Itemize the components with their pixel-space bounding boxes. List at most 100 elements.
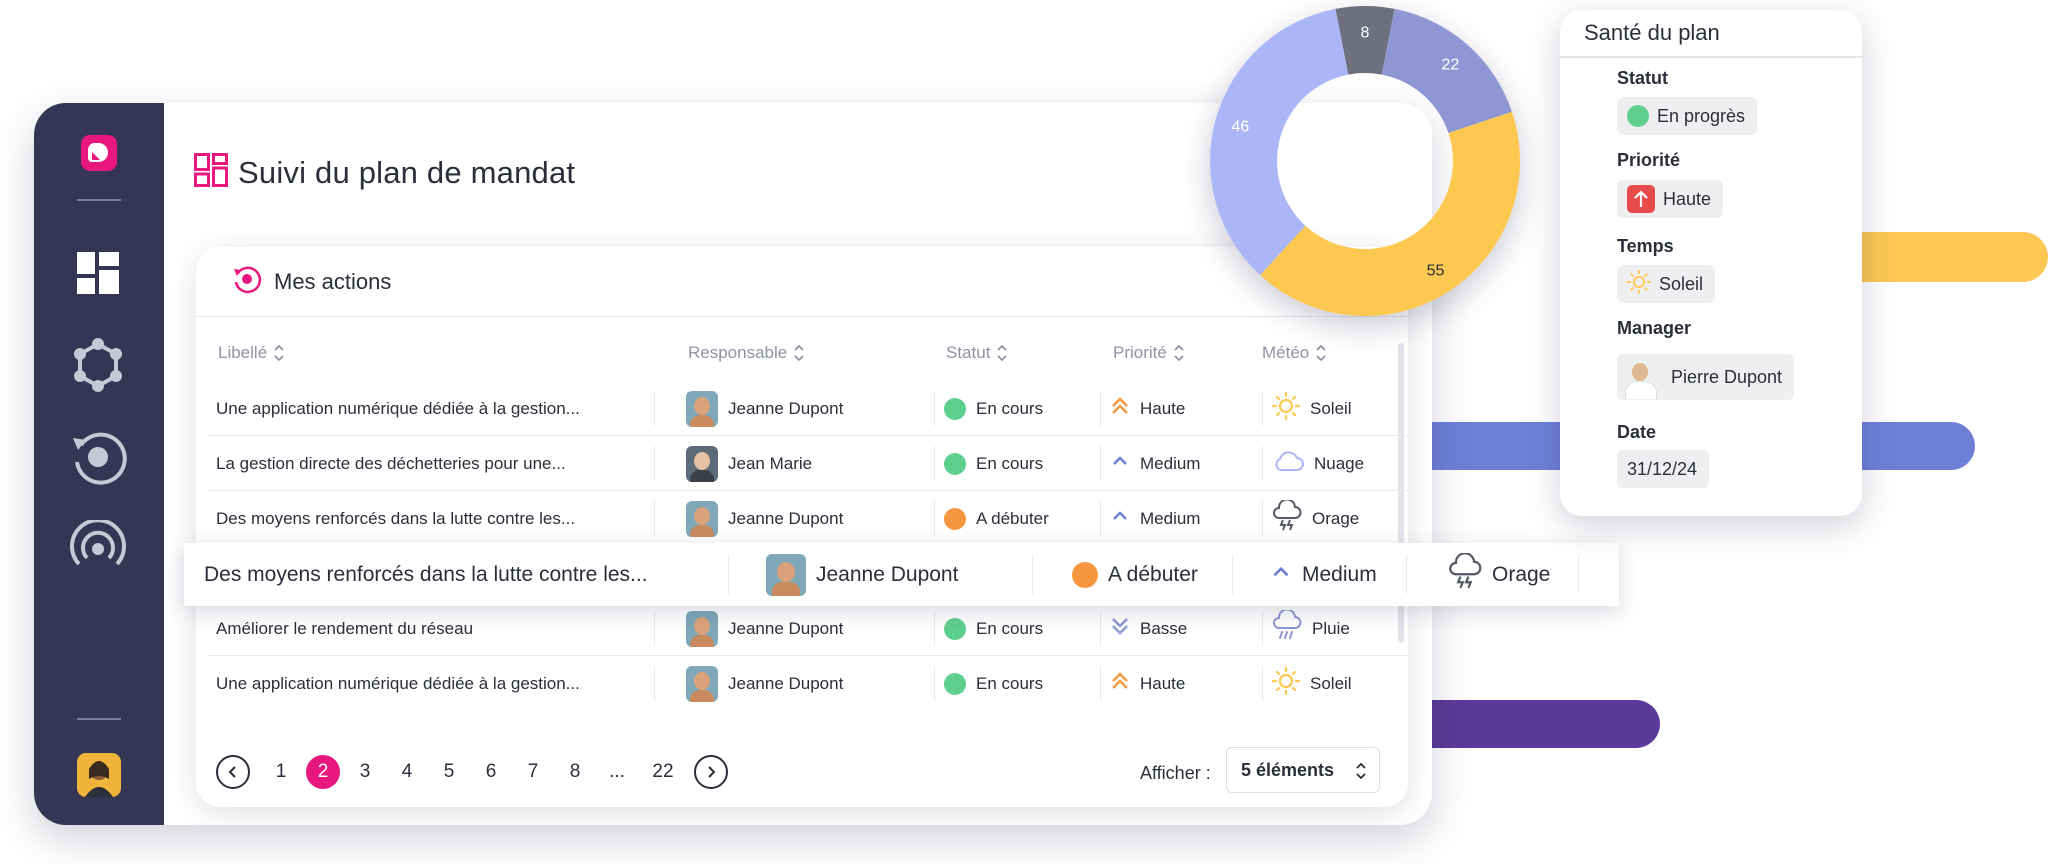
owner-avatar	[766, 553, 806, 596]
row-weather: Soleil	[1271, 656, 1352, 711]
table-row[interactable]: Des moyens renforcés dans la lutte contr…	[208, 491, 1408, 546]
dashboard-icon	[194, 153, 228, 192]
page-title: Suivi du plan de mandat	[238, 154, 576, 190]
target-icon	[232, 264, 262, 299]
column-header-priority[interactable]: Priorité	[1113, 343, 1185, 363]
row-owner: Jeanne Dupont	[686, 491, 843, 546]
page-number[interactable]: 8	[554, 761, 596, 783]
row-status: En cours	[944, 656, 1043, 711]
column-header-status[interactable]: Statut	[946, 343, 1008, 363]
status-dot	[944, 507, 966, 530]
page-number[interactable]: 1	[260, 761, 302, 783]
dashboard-icon[interactable]	[68, 243, 128, 303]
row-weather: Nuage	[1272, 436, 1364, 491]
page-number[interactable]: 22	[638, 761, 688, 783]
owner-avatar	[686, 500, 718, 537]
column-header-weather[interactable]: Météo	[1262, 343, 1327, 363]
donut-slice[interactable]	[1210, 8, 1349, 276]
table-row[interactable]: Une application numérique dédiée à la ge…	[208, 381, 1408, 436]
next-page-button[interactable]	[694, 755, 728, 789]
row-weather: Pluie	[1272, 601, 1350, 656]
target-refresh-icon[interactable]	[68, 427, 128, 487]
sidebar-divider	[77, 199, 121, 201]
sidebar-divider	[77, 718, 121, 720]
previous-page-button[interactable]	[216, 755, 250, 789]
date-field[interactable]: 31/12/24	[1617, 450, 1710, 488]
sort-icon[interactable]	[273, 343, 285, 363]
manager-badge[interactable]: Pierre Dupont	[1617, 354, 1795, 400]
date-label: Date	[1617, 422, 1657, 442]
broadcast-icon[interactable]	[68, 519, 128, 579]
network-icon[interactable]	[68, 335, 128, 395]
sun-icon	[1626, 269, 1652, 299]
user-avatar[interactable]	[77, 753, 121, 797]
page-number-current[interactable]: 2	[306, 755, 340, 789]
time-badge[interactable]: Soleil	[1617, 265, 1716, 303]
sun-icon	[1271, 666, 1301, 700]
donut-value-label: 22	[1441, 57, 1459, 74]
sort-icon[interactable]	[1315, 343, 1327, 363]
row-status: A débuter	[1072, 543, 1198, 606]
status-badge[interactable]: En progrès	[1617, 97, 1758, 135]
row-priority: Medium	[1110, 491, 1200, 546]
storm-icon	[1448, 551, 1482, 597]
row-label: Des moyens renforcés dans la lutte contr…	[204, 562, 648, 586]
status-dot	[1627, 105, 1649, 127]
donut-value-label: 8	[1361, 25, 1370, 42]
donut-slice[interactable]	[1260, 111, 1520, 316]
sort-icon[interactable]	[996, 343, 1008, 363]
row-status: En cours	[944, 601, 1043, 656]
sort-icon[interactable]	[793, 343, 805, 363]
pagination: 1 2 3 4 5 6 7 8 ... 22	[216, 755, 728, 789]
table-row[interactable]: Une application numérique dédiée à la ge…	[208, 656, 1408, 711]
page-ellipsis: ...	[609, 761, 625, 782]
donut-value-label: 55	[1427, 263, 1445, 280]
sidebar	[34, 103, 164, 825]
plan-health-panel: Santé du plan Statut En progrès Priorité…	[1560, 10, 1862, 516]
owner-avatar	[686, 665, 718, 702]
page-size-select[interactable]: 5 éléments	[1226, 747, 1380, 793]
page-number[interactable]: 7	[512, 761, 554, 783]
actions-card: Mes actions Libellé Responsable Statut P…	[196, 247, 1408, 807]
row-owner: Jeanne Dupont	[686, 381, 843, 436]
row-priority: Medium	[1270, 543, 1377, 606]
page-size-label: Afficher :	[1140, 763, 1211, 783]
table-row[interactable]: Améliorer le rendement du réseau Jeanne …	[208, 601, 1408, 656]
priority-high-icon	[1110, 396, 1130, 421]
row-label: La gestion directe des déchetteries pour…	[216, 453, 566, 473]
page-number[interactable]: 6	[470, 761, 512, 783]
highlighted-row[interactable]: Des moyens renforcés dans la lutte contr…	[184, 543, 1619, 606]
page-number[interactable]: 4	[386, 761, 428, 783]
priority-badge[interactable]: Haute	[1617, 180, 1724, 218]
page-number[interactable]: 3	[344, 761, 386, 783]
status-dot	[944, 617, 966, 640]
arrow-up-icon	[1627, 185, 1655, 213]
page-number[interactable]: 5	[428, 761, 470, 783]
row-priority: Medium	[1110, 436, 1200, 491]
page-header: Suivi du plan de mandat	[194, 153, 575, 192]
row-status: A débuter	[944, 491, 1049, 546]
priority-low-icon	[1110, 616, 1130, 641]
time-label: Temps	[1617, 236, 1674, 256]
app-logo[interactable]	[81, 135, 117, 171]
rain-icon	[1272, 608, 1302, 647]
row-status: En cours	[944, 436, 1043, 491]
row-weather: Soleil	[1271, 381, 1352, 436]
row-owner: Jean Marie	[686, 436, 812, 491]
status-dot	[1072, 561, 1098, 588]
owner-avatar	[686, 445, 718, 482]
owner-avatar	[686, 390, 718, 427]
table-row[interactable]: La gestion directe des déchetteries pour…	[208, 436, 1408, 491]
status-dot	[944, 397, 966, 420]
row-label: Une application numérique dédiée à la ge…	[216, 673, 580, 693]
donut-value-label: 46	[1231, 119, 1249, 136]
row-owner: Jeanne Dupont	[766, 543, 958, 606]
priority-medium-icon	[1110, 506, 1130, 531]
status-dot	[944, 452, 966, 475]
column-header-owner[interactable]: Responsable	[688, 343, 805, 363]
priority-label: Priorité	[1617, 150, 1681, 170]
sort-icon[interactable]	[1173, 343, 1185, 363]
column-header-label[interactable]: Libellé	[218, 343, 285, 363]
row-owner: Jeanne Dupont	[686, 601, 843, 656]
storm-icon	[1272, 498, 1302, 537]
